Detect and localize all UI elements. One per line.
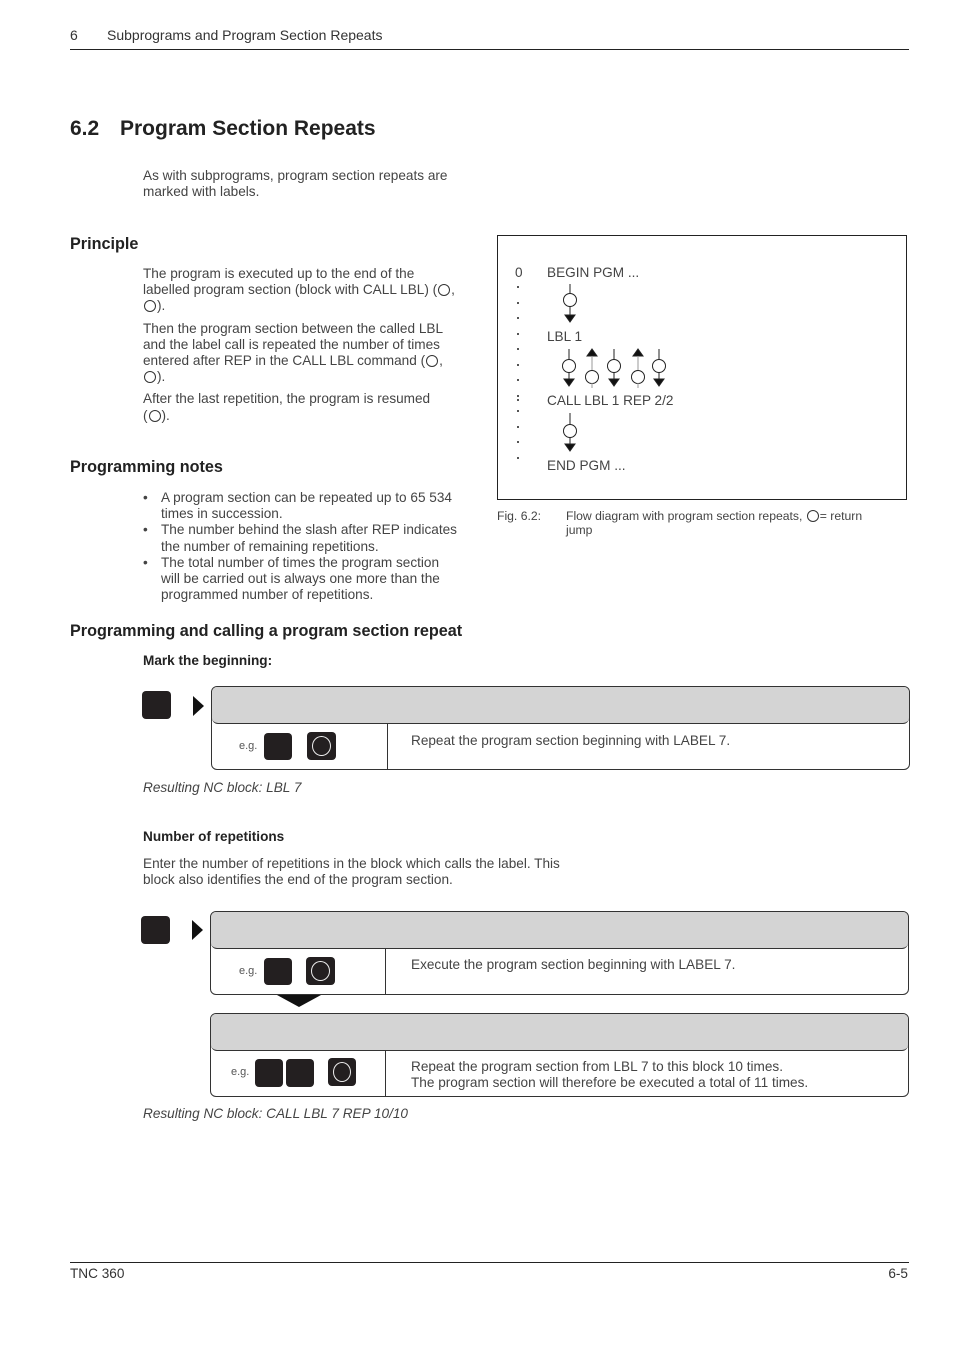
return-jump-circle-icon [438, 284, 451, 297]
number-key[interactable] [286, 1059, 314, 1087]
section-title: 6.2 Program Section Repeats [70, 117, 376, 141]
chapter-number: 6 [70, 27, 78, 43]
return-jump-circle-icon [144, 371, 156, 384]
note-item: The number behind the slash after REP in… [143, 522, 488, 554]
number-key[interactable] [264, 958, 292, 985]
forward-arrow [652, 349, 666, 387]
return-jump-circle-icon [426, 355, 439, 368]
footer-product: TNC 360 [70, 1266, 125, 1281]
figure-caption-label: Fig. 6.2: [497, 509, 542, 523]
section-number: 6.2 [70, 117, 100, 140]
section-intro: As with subprograms, program section rep… [143, 168, 448, 200]
notes-heading: Programming notes [70, 458, 223, 476]
rep-dialog: e.g. Repeat the program section from LBL… [210, 1013, 909, 1097]
ent-key[interactable] [306, 957, 335, 985]
return-jump-circle-icon [148, 409, 161, 422]
dialog-prompt-bar [212, 687, 909, 724]
forward-arrow [563, 413, 577, 452]
section-title-text: Program Section Repeats [120, 117, 376, 140]
flow-diagram: 0 BEGIN PGM ... LBL 1 CALL LBL 1 REP 2/2… [497, 235, 907, 500]
mark-beginning-heading: Mark the beginning: [143, 653, 273, 668]
number-key[interactable] [255, 1059, 283, 1087]
chapter-title: Subprograms and Program Section Repeats [107, 27, 383, 43]
arrow-down-icon [277, 995, 321, 1007]
number-key[interactable] [264, 733, 292, 760]
return-arrow [585, 348, 599, 388]
mark-result: Resulting NC block: LBL 7 [143, 780, 302, 795]
footer-rule [70, 1262, 909, 1263]
return-jump-circle-icon [806, 510, 819, 522]
repetitions-intro: Enter the number of repetitions in the b… [143, 856, 560, 888]
repetitions-heading: Number of repetitions [143, 829, 285, 844]
note-item: The total number of times the program se… [143, 555, 488, 604]
dialog-prompt-bar [211, 912, 908, 949]
figure-caption: Flow diagram with program section repeat… [566, 509, 863, 537]
forward-arrow [563, 284, 577, 323]
eg-label: e.g. [231, 1066, 250, 1078]
forward-arrow [607, 349, 621, 387]
flow-arrows [562, 284, 666, 452]
eg-label: e.g. [239, 965, 258, 977]
return-jump-circle-icon [144, 300, 156, 313]
notes-list: A program section can be repeated up to … [143, 490, 488, 603]
return-arrow [631, 348, 645, 388]
dialog-description: Repeat the program section beginning wit… [411, 733, 731, 748]
dialog-description: Repeat the program section from LBL 7 to… [411, 1059, 809, 1090]
lbl-call-key[interactable] [141, 916, 170, 944]
dialog-separator [385, 1050, 386, 1096]
header-rule [70, 49, 909, 50]
principle-heading: Principle [70, 235, 139, 253]
dialog-separator [387, 723, 388, 769]
note-item: A program section can be repeated up to … [143, 490, 488, 522]
ent-key[interactable] [328, 1058, 356, 1086]
call-result: Resulting NC block: CALL LBL 7 REP 10/10 [143, 1106, 408, 1121]
dialog-separator [385, 948, 386, 994]
calling-heading: Programming and calling a program sectio… [70, 622, 463, 640]
dialog-description: Execute the program section beginning wi… [411, 957, 736, 972]
lbl-set-key[interactable] [142, 691, 171, 719]
mark-dialog: e.g. Repeat the program section beginnin… [211, 686, 910, 770]
forward-arrow [562, 349, 576, 387]
call-dialog: e.g. Execute the program section beginni… [210, 911, 909, 995]
arrow-right-icon [193, 696, 204, 716]
arrow-right-icon [192, 920, 203, 940]
page-number: 6-5 [888, 1266, 908, 1281]
dialog-prompt-bar [211, 1014, 908, 1051]
eg-label: e.g. [239, 740, 258, 752]
principle-text: The program is executed up to the end of… [143, 266, 455, 423]
ent-key[interactable] [307, 732, 336, 760]
